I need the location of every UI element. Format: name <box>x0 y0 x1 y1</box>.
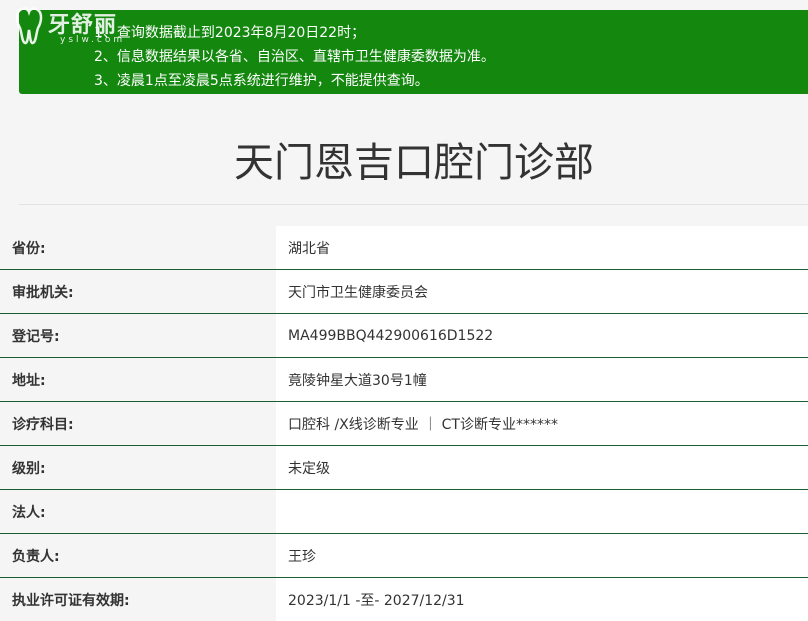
notice-line-1: 1、查询数据截止到2023年8月20日22时； <box>94 21 808 45</box>
field-label: 执业许可证有效期: <box>0 578 276 621</box>
table-row-person-in-charge: 负责人: 王珍 <box>0 534 808 578</box>
field-label: 省份: <box>0 226 276 270</box>
field-label: 诊疗科目: <box>0 402 276 446</box>
field-label: 级别: <box>0 446 276 490</box>
notice-banner: 1、查询数据截止到2023年8月20日22时； 2、信息数据结果以各省、自治区、… <box>19 10 808 94</box>
title-divider <box>19 204 808 205</box>
field-label: 登记号: <box>0 314 276 358</box>
field-label: 负责人: <box>0 534 276 578</box>
field-value: 王珍 <box>276 534 808 578</box>
field-value: 2023/1/1 -至- 2027/12/31 <box>276 578 808 621</box>
field-value: 未定级 <box>276 446 808 490</box>
table-row-legal-person: 法人: <box>0 490 808 534</box>
notice-line-2: 2、信息数据结果以各省、自治区、直辖市卫生健康委数据为准。 <box>94 45 808 69</box>
field-label: 法人: <box>0 490 276 534</box>
field-value: 竟陵钟星大道30号1幢 <box>276 358 808 402</box>
clinic-name-title: 天门恩吉口腔门诊部 <box>0 136 808 190</box>
notice-line-3: 3、凌晨1点至凌晨5点系统进行维护，不能提供查询。 <box>94 69 808 93</box>
table-row-license-validity: 执业许可证有效期: 2023/1/1 -至- 2027/12/31 <box>0 578 808 621</box>
field-label: 地址: <box>0 358 276 402</box>
field-label: 审批机关: <box>0 270 276 314</box>
field-value: 天门市卫生健康委员会 <box>276 270 808 314</box>
field-value <box>276 490 808 534</box>
field-value: 湖北省 <box>276 226 808 270</box>
table-row-level: 级别: 未定级 <box>0 446 808 490</box>
field-value: MA499BBQ442900616D1522 <box>276 314 808 358</box>
table-row-address: 地址: 竟陵钟星大道30号1幢 <box>0 358 808 402</box>
clinic-info-table: 省份: 湖北省 审批机关: 天门市卫生健康委员会 登记号: MA499BBQ44… <box>0 226 808 621</box>
field-value: 口腔科 /X线诊断专业 ｜ CT诊断专业****** <box>276 402 808 446</box>
table-row-registration-number: 登记号: MA499BBQ442900616D1522 <box>0 314 808 358</box>
table-row-province: 省份: 湖北省 <box>0 226 808 270</box>
table-row-departments: 诊疗科目: 口腔科 /X线诊断专业 ｜ CT诊断专业****** <box>0 402 808 446</box>
table-row-approval-authority: 审批机关: 天门市卫生健康委员会 <box>0 270 808 314</box>
